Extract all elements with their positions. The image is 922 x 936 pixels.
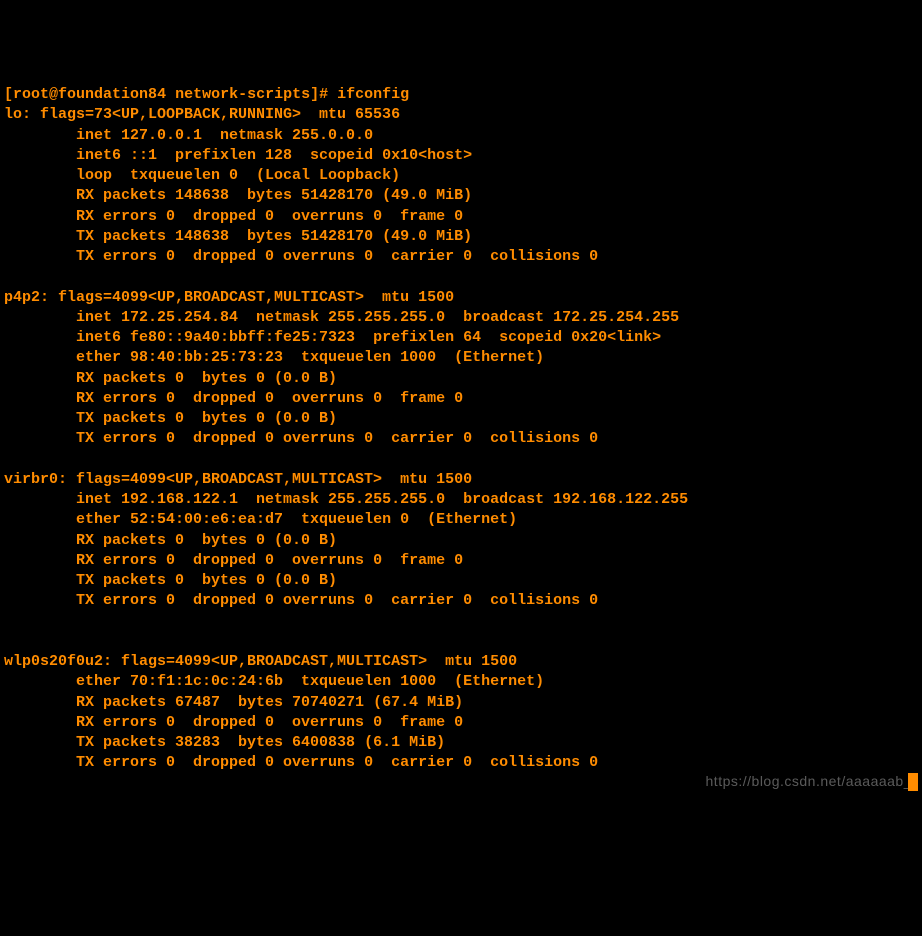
watermark-text: https://blog.csdn.net/aaaaaab_	[706, 772, 912, 791]
terminal-cursor	[908, 773, 918, 791]
iface-lo-line: loop txqueuelen 0 (Local Loopback)	[76, 167, 400, 184]
iface-lo-header: lo: flags=73<UP,LOOPBACK,RUNNING> mtu 65…	[4, 106, 400, 123]
iface-lo-line: inet6 ::1 prefixlen 128 scopeid 0x10<hos…	[76, 147, 472, 164]
iface-p4p2-line: TX packets 0 bytes 0 (0.0 B)	[76, 410, 337, 427]
iface-wlp-line: RX packets 67487 bytes 70740271 (67.4 Mi…	[76, 694, 463, 711]
iface-lo-line: RX errors 0 dropped 0 overruns 0 frame 0	[76, 208, 463, 225]
iface-virbr0-line: RX errors 0 dropped 0 overruns 0 frame 0	[76, 552, 463, 569]
iface-lo-line: inet 127.0.0.1 netmask 255.0.0.0	[76, 127, 373, 144]
iface-virbr0-line: TX packets 0 bytes 0 (0.0 B)	[76, 572, 337, 589]
iface-wlp-line: TX packets 38283 bytes 6400838 (6.1 MiB)	[76, 734, 445, 751]
iface-virbr0-line: ether 52:54:00:e6:ea:d7 txqueuelen 0 (Et…	[76, 511, 517, 528]
iface-p4p2-line: inet6 fe80::9a40:bbff:fe25:7323 prefixle…	[76, 329, 661, 346]
iface-p4p2-line: RX packets 0 bytes 0 (0.0 B)	[76, 370, 337, 387]
iface-wlp-line: TX errors 0 dropped 0 overruns 0 carrier…	[76, 754, 598, 771]
iface-p4p2-line: ether 98:40:bb:25:73:23 txqueuelen 1000 …	[76, 349, 544, 366]
iface-wlp-line: RX errors 0 dropped 0 overruns 0 frame 0	[76, 714, 463, 731]
iface-virbr0-line: inet 192.168.122.1 netmask 255.255.255.0…	[76, 491, 688, 508]
iface-p4p2-line: inet 172.25.254.84 netmask 255.255.255.0…	[76, 309, 679, 326]
iface-p4p2-line: RX errors 0 dropped 0 overruns 0 frame 0	[76, 390, 463, 407]
iface-lo-line: RX packets 148638 bytes 51428170 (49.0 M…	[76, 187, 472, 204]
prompt-line: [root@foundation84 network-scripts]# ifc…	[4, 86, 409, 103]
terminal-output[interactable]: [root@foundation84 network-scripts]# ifc…	[4, 85, 918, 774]
iface-virbr0-header: virbr0: flags=4099<UP,BROADCAST,MULTICAS…	[4, 471, 472, 488]
iface-lo-line: TX errors 0 dropped 0 overruns 0 carrier…	[76, 248, 598, 265]
iface-virbr0-line: TX errors 0 dropped 0 overruns 0 carrier…	[76, 592, 598, 609]
iface-wlp-header: wlp0s20f0u2: flags=4099<UP,BROADCAST,MUL…	[4, 653, 517, 670]
iface-lo-line: TX packets 148638 bytes 51428170 (49.0 M…	[76, 228, 472, 245]
iface-virbr0-line: RX packets 0 bytes 0 (0.0 B)	[76, 532, 337, 549]
iface-p4p2-header: p4p2: flags=4099<UP,BROADCAST,MULTICAST>…	[4, 289, 454, 306]
iface-wlp-line: ether 70:f1:1c:0c:24:6b txqueuelen 1000 …	[76, 673, 544, 690]
iface-p4p2-line: TX errors 0 dropped 0 overruns 0 carrier…	[76, 430, 598, 447]
